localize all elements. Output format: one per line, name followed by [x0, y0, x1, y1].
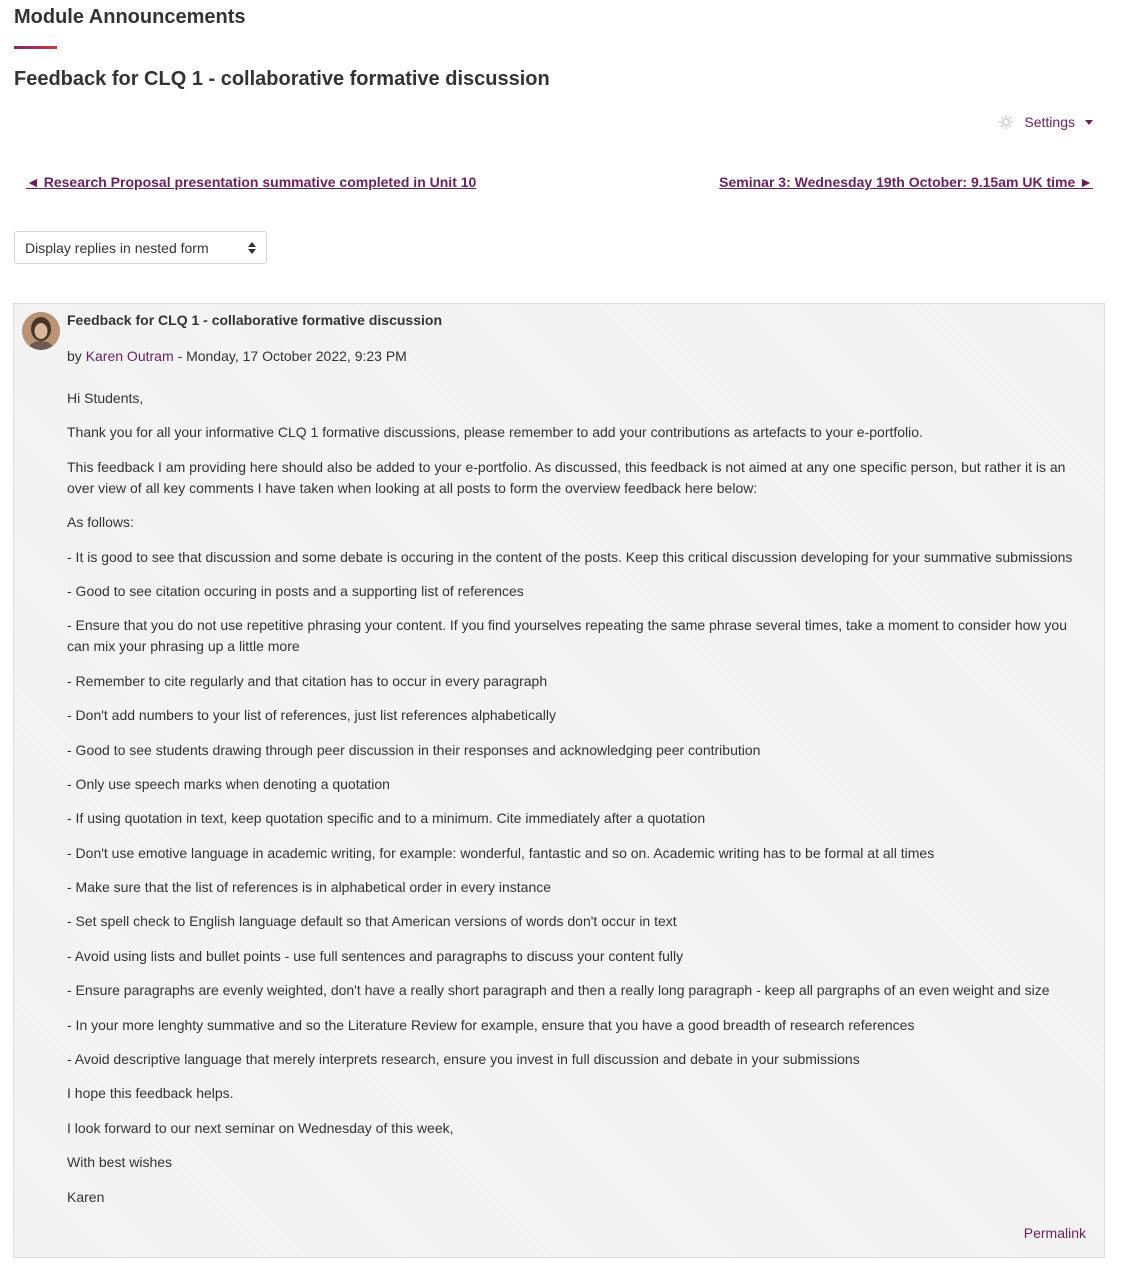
post-paragraph: I look forward to our next seminar on We…	[67, 1119, 454, 1136]
post-paragraph: - It is good to see that discussion and …	[67, 548, 1073, 565]
post-paragraph: - If using quotation in text, keep quota…	[67, 810, 706, 827]
post-paragraph: Karen	[67, 1188, 105, 1205]
avatar[interactable]	[22, 312, 60, 350]
post-paragraph: - Good to see students drawing through p…	[67, 741, 761, 758]
settings-menu[interactable]: Settings	[998, 114, 1093, 130]
select-arrows-icon	[248, 242, 256, 254]
post-paragraph: With best wishes	[67, 1154, 173, 1171]
post-date: - Monday, 17 October 2022, 9:23 PM	[177, 348, 407, 364]
discussion-title: Feedback for CLQ 1 - collaborative forma…	[14, 68, 550, 90]
post-paragraph: I hope this feedback helps.	[67, 1085, 234, 1102]
author-photo	[22, 312, 60, 350]
caret-down-icon	[1085, 119, 1093, 125]
post-paragraph: - Only use speech marks when denoting a …	[67, 775, 390, 792]
post-paragraph: - Good to see citation occuring in posts…	[67, 582, 524, 599]
settings-label: Settings	[1024, 114, 1075, 130]
post-paragraph: - In your more lenghty summative and so …	[67, 1016, 915, 1033]
post-paragraph: - Avoid descriptive language that merely…	[67, 1051, 860, 1068]
post-paragraph: Thank you for all your informative CLQ 1…	[67, 424, 923, 441]
post-paragraph: - Make sure that the list of references …	[67, 879, 552, 896]
post-body: Hi Students, Thank you for all your info…	[67, 388, 1087, 1221]
display-mode-value: Display replies in nested form	[25, 239, 209, 256]
post-paragraph: As follows:	[67, 514, 134, 531]
post-paragraph: - Ensure paragraphs are evenly weighted,…	[67, 982, 1050, 999]
post-paragraph: This feedback I am providing here should…	[67, 458, 1066, 496]
post-paragraph: - Don't use emotive language in academic…	[67, 844, 935, 861]
post-paragraph: - Avoid using lists and bullet points - …	[67, 947, 684, 964]
post-paragraph: - Remember to cite regularly and that ci…	[67, 672, 548, 689]
byline-by: by	[67, 348, 82, 364]
forum-post: Feedback for CLQ 1 - collaborative forma…	[13, 303, 1105, 1258]
title-underline	[14, 46, 57, 49]
post-paragraph: - Ensure that you do not use repetitive …	[67, 617, 1067, 655]
next-discussion-link[interactable]: Seminar 3: Wednesday 19th October: 9.15a…	[719, 174, 1093, 190]
post-byline: by Karen Outram - Monday, 17 October 202…	[67, 348, 407, 364]
permalink-link[interactable]: Permalink	[1024, 1225, 1086, 1241]
display-mode-select[interactable]: Display replies in nested form	[14, 231, 267, 264]
post-paragraph: - Set spell check to English language de…	[67, 913, 677, 930]
post-paragraph: - Don't add numbers to your list of refe…	[67, 707, 557, 724]
post-subject: Feedback for CLQ 1 - collaborative forma…	[67, 312, 442, 328]
page-title: Module Announcements	[14, 6, 246, 28]
previous-discussion-link[interactable]: ◄ Research Proposal presentation summati…	[26, 174, 476, 190]
post-paragraph: Hi Students,	[67, 390, 144, 406]
author-link[interactable]: Karen Outram	[86, 348, 174, 364]
gear-icon	[999, 115, 1014, 129]
